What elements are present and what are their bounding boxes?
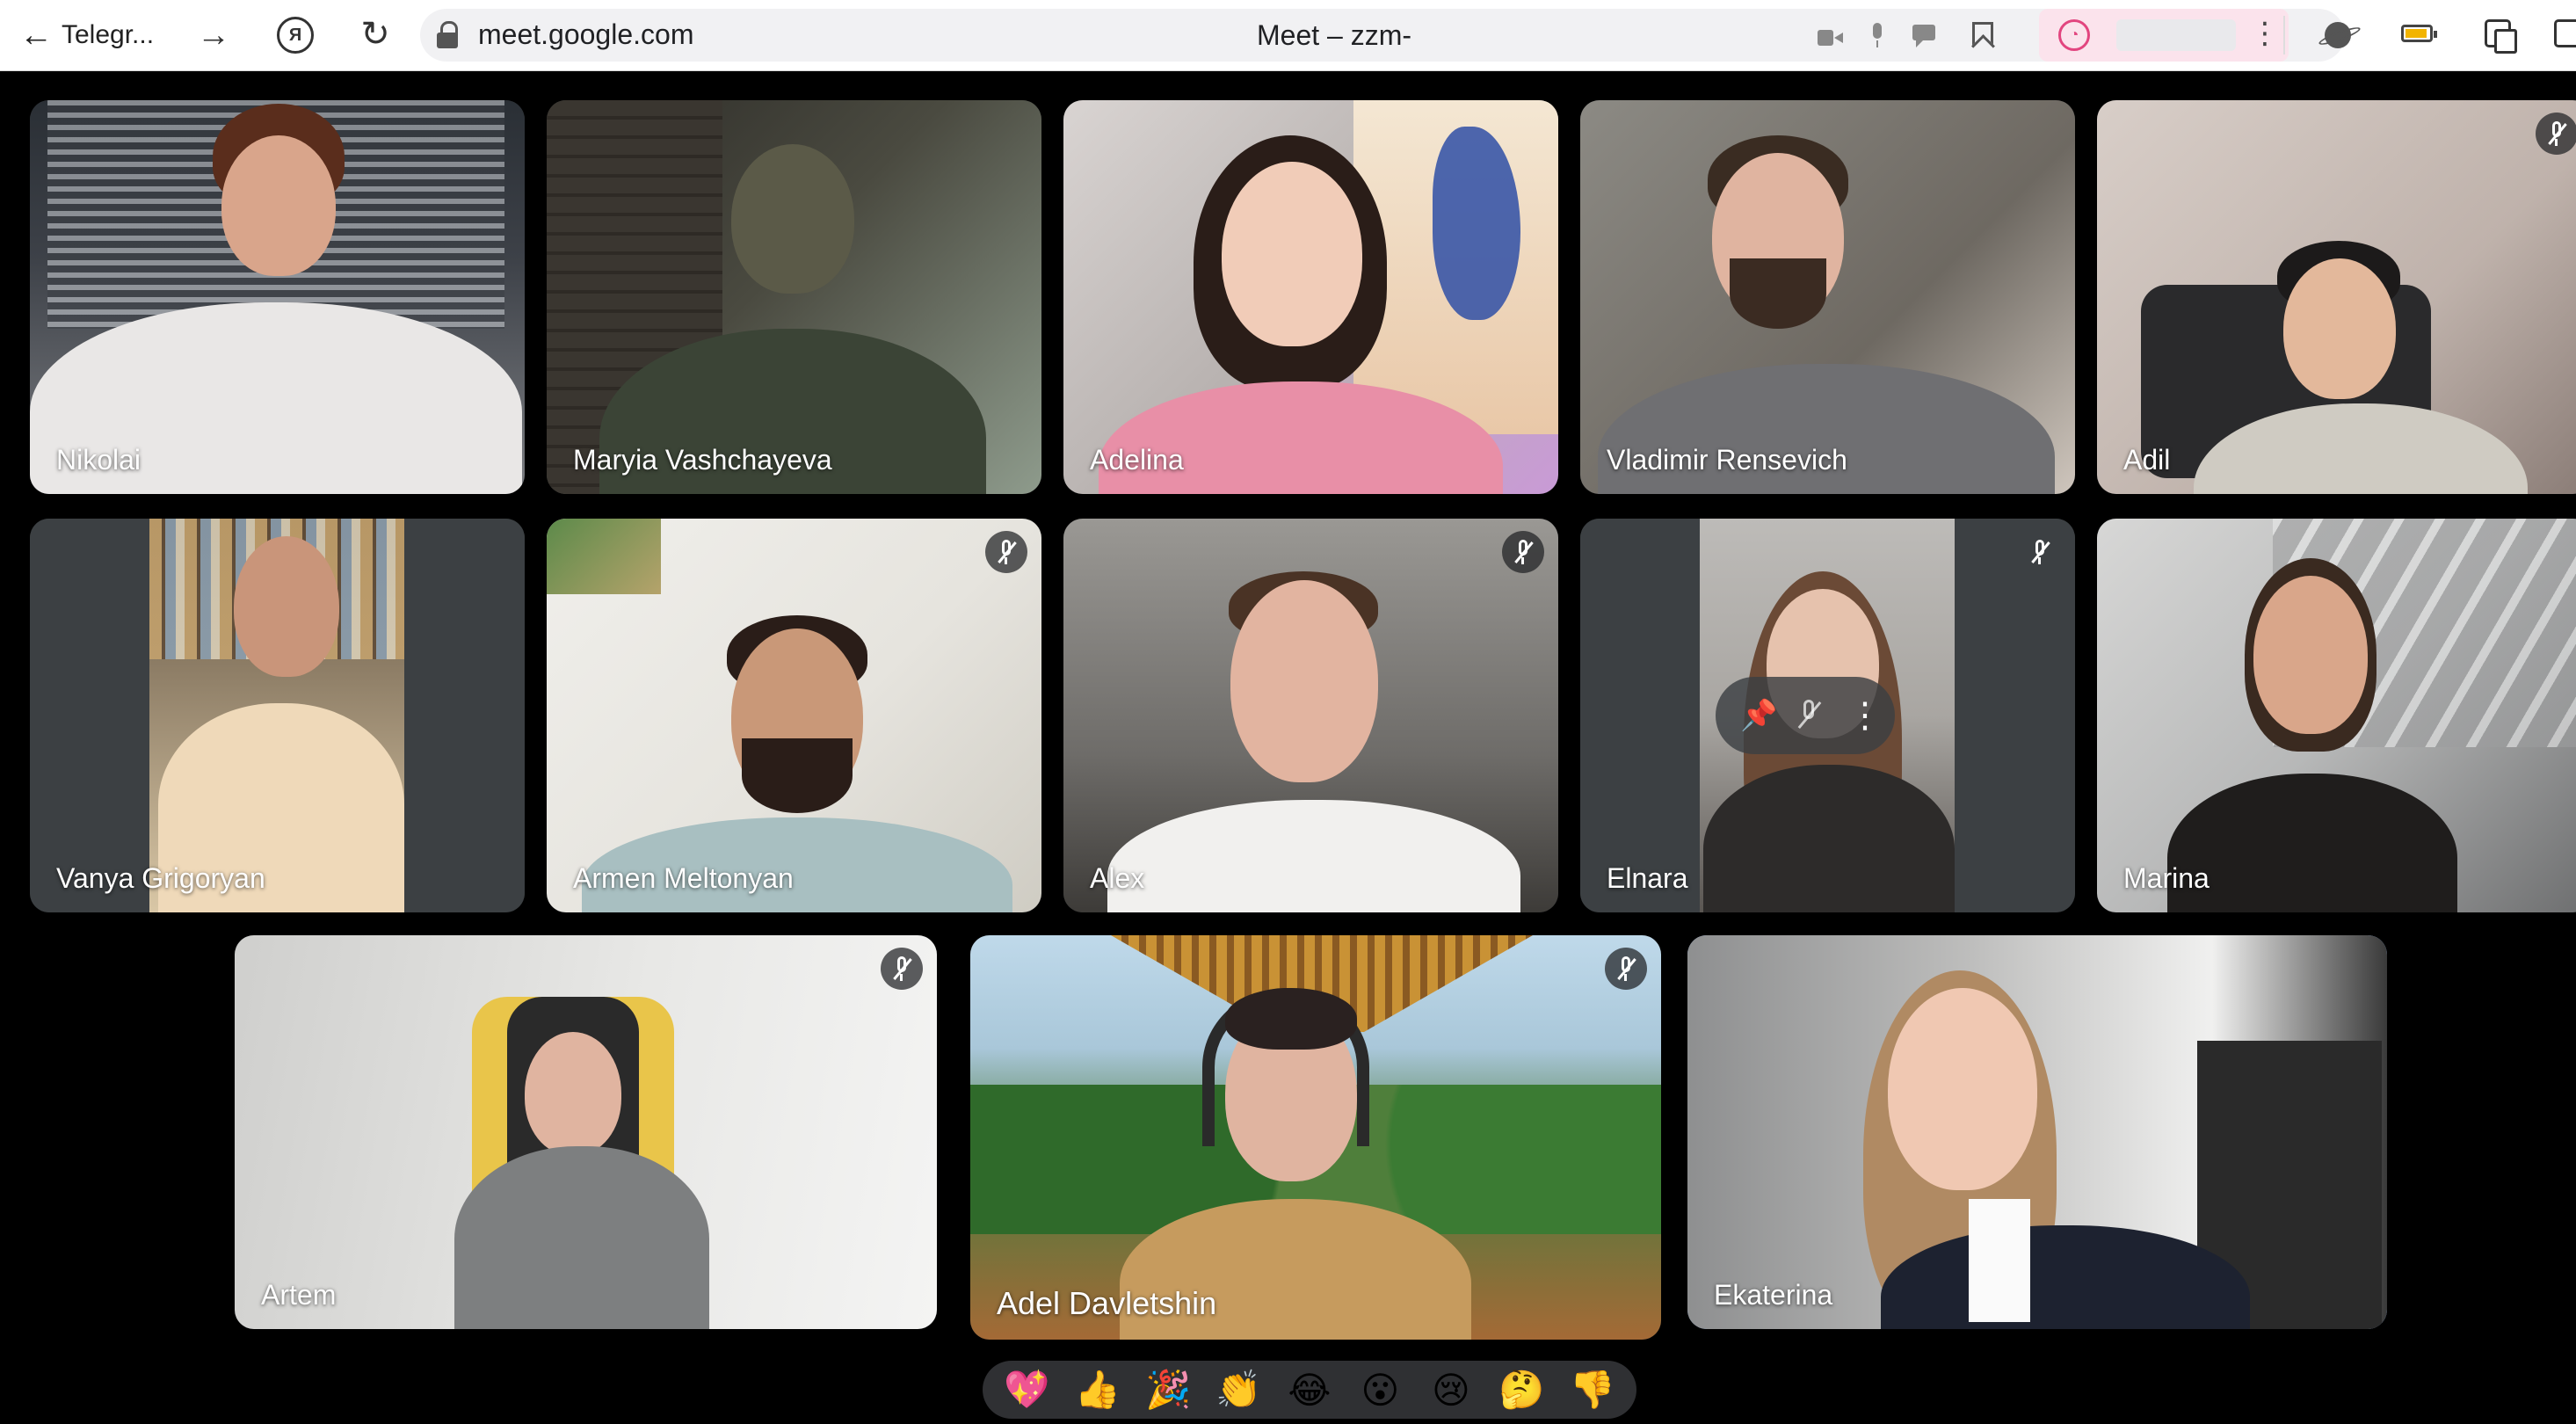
participant-tile-nikolai[interactable]: Nikolai <box>30 100 525 494</box>
participant-name: Elnara <box>1607 862 1688 894</box>
participant-name: Alex <box>1090 862 1145 894</box>
video-feed-shape <box>2283 258 2396 399</box>
participant-tile-vladimir[interactable]: Vladimir Rensevich <box>1580 100 2075 494</box>
video-feed-shape <box>454 1146 709 1329</box>
video-feed-shape <box>1222 162 1362 346</box>
video-feed-shape <box>525 1032 621 1155</box>
participant-tile-alex[interactable]: Alex <box>1063 519 1558 912</box>
beard-shape <box>1730 258 1826 329</box>
toolbar-divider <box>2283 16 2285 54</box>
thinking-reaction[interactable]: 🤔 <box>1495 1363 1548 1416</box>
participant-tile-ekaterina[interactable]: Ekaterina <box>1687 935 2387 1329</box>
video-feed-shape <box>221 135 336 276</box>
surprised-reaction[interactable]: 😮 <box>1353 1363 1406 1416</box>
back-button[interactable]: ← Telegr... <box>19 16 154 54</box>
mic-off-icon <box>2536 113 2576 155</box>
participant-name: Vladimir Rensevich <box>1607 444 1847 476</box>
extension-placeholder[interactable] <box>2116 19 2236 51</box>
sparkling-heart-reaction[interactable]: 💖 <box>1000 1363 1053 1416</box>
thumbs-up-reaction[interactable]: 👍 <box>1071 1363 1124 1416</box>
lock-icon[interactable] <box>434 21 461 49</box>
participant-name: Artem <box>261 1279 337 1311</box>
participant-tile-adelina[interactable]: Adelina <box>1063 100 1558 494</box>
microphone-icon[interactable] <box>1865 23 1890 47</box>
participant-tile-vanya[interactable]: Vanya Grigoryan <box>30 519 525 912</box>
mic-off-icon <box>2019 531 2061 573</box>
participant-name: Adel Davletshin <box>997 1285 1217 1321</box>
video-feed-shape <box>1225 988 1357 1050</box>
forward-arrow-icon: → <box>197 16 230 54</box>
participant-tile-adil[interactable]: Adil <box>2097 100 2576 494</box>
collar-shape <box>1969 1199 2030 1322</box>
clapping-reaction[interactable]: 👏 <box>1213 1363 1266 1416</box>
mic-off-icon <box>1605 948 1647 990</box>
thumbs-down-reaction[interactable]: 👎 <box>1566 1363 1619 1416</box>
extension-area: ◔ ⋮ <box>2039 9 2289 62</box>
participant-tile-armen[interactable]: Armen Meltonyan <box>547 519 1041 912</box>
participant-name: Marina <box>2123 862 2210 894</box>
participant-name: Vanya Grigoryan <box>56 862 265 894</box>
extensions-menu-icon[interactable]: ⋮ <box>2250 16 2280 51</box>
back-arrow-icon: ← <box>19 17 53 54</box>
participant-tile-adel[interactable]: Adel Davletshin <box>970 935 1661 1340</box>
reload-icon: ↻ <box>360 15 390 54</box>
mic-off-icon <box>1502 531 1544 573</box>
participant-tile-artem[interactable]: Artem <box>235 935 937 1329</box>
video-feed-shape <box>2253 576 2368 734</box>
alarm-extension-icon[interactable]: ◔ <box>2058 19 2090 51</box>
mic-off-icon <box>985 531 1027 573</box>
tabs-icon[interactable] <box>2478 14 2517 54</box>
tile-hover-controls: 📌 ⋮ <box>1716 677 1895 754</box>
screen-share-icon[interactable] <box>1912 23 1937 47</box>
forward-button[interactable]: → <box>192 16 236 54</box>
more-options-icon[interactable]: ⋮ <box>1847 691 1883 740</box>
participant-name: Ekaterina <box>1714 1279 1833 1311</box>
mute-participant-icon[interactable] <box>1791 696 1826 735</box>
sad-reaction[interactable]: 😢 <box>1425 1363 1477 1416</box>
reload-button[interactable]: ↻ <box>353 12 397 56</box>
video-feed-shape <box>234 536 339 677</box>
participant-tile-maryia[interactable]: Maryia Vashchayeva <box>547 100 1041 494</box>
participant-name: Adelina <box>1090 444 1184 476</box>
site-permission-icons <box>1818 18 1993 53</box>
yandex-icon: Я <box>277 17 314 54</box>
bookmark-icon[interactable] <box>1972 22 1993 48</box>
reaction-bar: 💖 👍 🎉 👏 😂 😮 😢 🤔 👎 <box>983 1361 1636 1419</box>
page-title: Meet – zzm- <box>1256 19 1412 51</box>
battery-icon[interactable] <box>2398 23 2437 44</box>
url-text[interactable]: meet.google.com <box>478 18 693 51</box>
wall-painting <box>547 519 661 594</box>
camera-icon[interactable] <box>1818 29 1842 46</box>
mic-off-icon <box>881 948 923 990</box>
vpn-planet-icon[interactable] <box>2318 16 2357 54</box>
video-feed-shape <box>731 144 854 294</box>
sidebar-icon[interactable] <box>2554 14 2576 53</box>
yandex-button[interactable]: Я <box>274 16 316 54</box>
laughing-reaction[interactable]: 😂 <box>1283 1363 1336 1416</box>
participant-tile-marina[interactable]: Marina <box>2097 519 2576 912</box>
back-label: Telegr... <box>62 20 155 49</box>
video-feed-shape <box>1888 988 2037 1190</box>
video-feed-shape <box>1230 580 1378 782</box>
pin-icon[interactable]: 📌 <box>1740 696 1777 735</box>
participant-name: Nikolai <box>56 444 141 476</box>
participant-name: Adil <box>2123 444 2171 476</box>
browser-toolbar: ← Telegr... → Я ↻ meet.google.com Meet –… <box>0 0 2576 71</box>
participant-name: Maryia Vashchayeva <box>573 444 832 476</box>
party-popper-reaction[interactable]: 🎉 <box>1142 1363 1194 1416</box>
participant-name: Armen Meltonyan <box>573 862 794 894</box>
beard-shape <box>742 738 853 813</box>
